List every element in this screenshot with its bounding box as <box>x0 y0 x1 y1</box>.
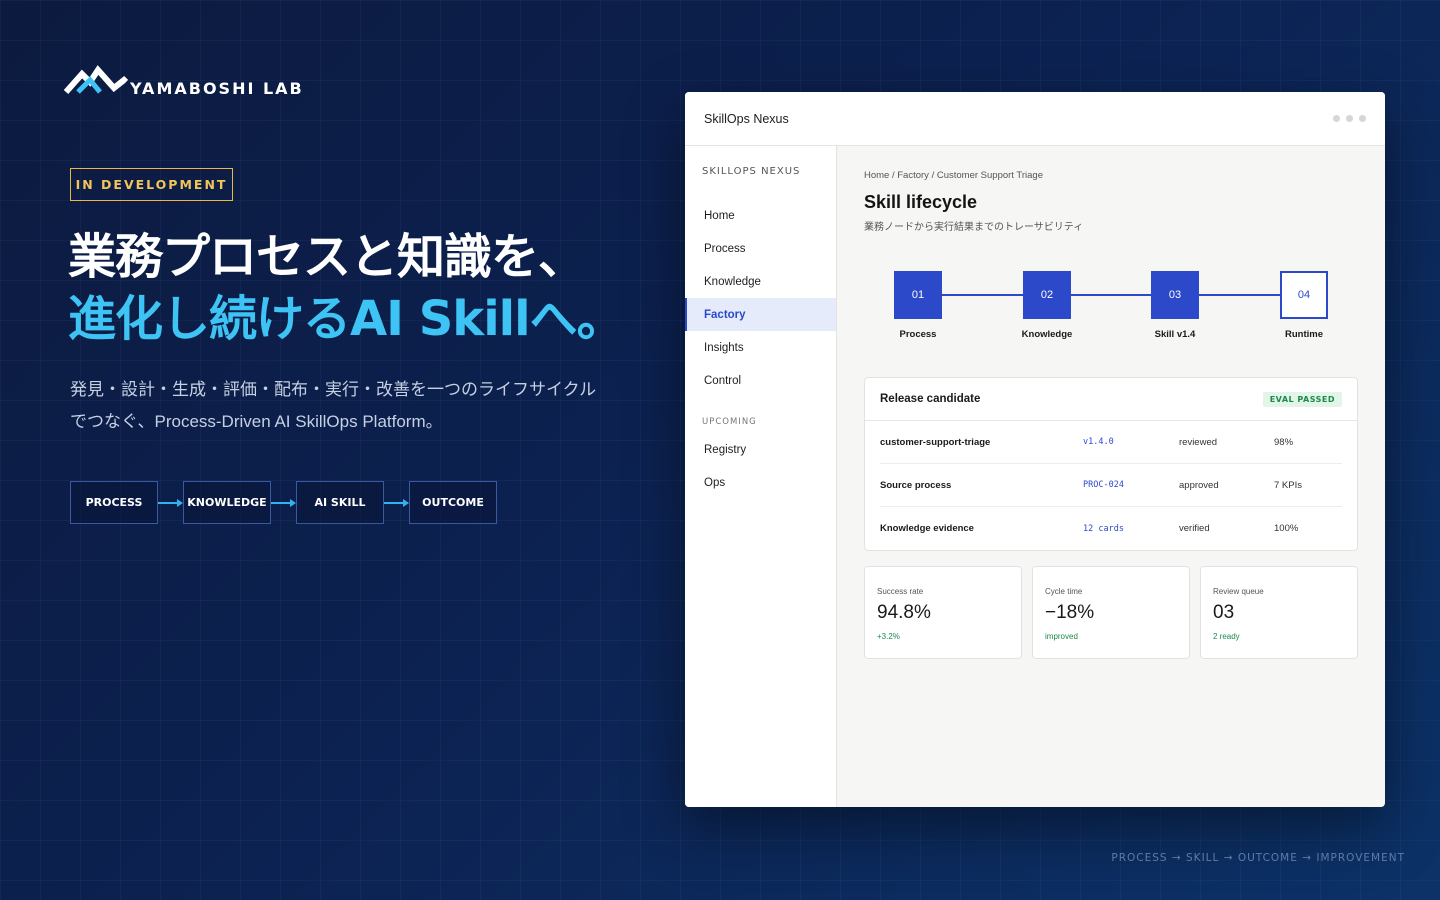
row-metric: 100% <box>1274 523 1299 534</box>
arrow-right-icon <box>158 481 183 524</box>
page-title: Skill lifecycle <box>864 192 978 212</box>
stat-note: improved <box>1045 632 1078 641</box>
lifecycle-step-knowledge[interactable]: 02 Knowledge <box>1007 271 1087 340</box>
lead-line-2: でつなぐ、Process-Driven AI SkillOps Platform… <box>70 412 443 431</box>
table-row[interactable]: Knowledge evidence 12 cards verified 100… <box>880 507 1342 550</box>
app-window: SkillOps Nexus SKILLOPS NEXUS Home Proce… <box>685 92 1385 807</box>
sidebar-item-factory[interactable]: Factory <box>685 298 836 331</box>
lifecycle-step-number: 01 <box>894 271 942 319</box>
breadcrumb[interactable]: Home / Factory / Customer Support Triage <box>864 170 1358 181</box>
row-ref[interactable]: v1.4.0 <box>1083 437 1179 447</box>
stat-label: Cycle time <box>1045 587 1083 596</box>
release-candidate-card: Release candidate EVAL PASSED customer-s… <box>864 377 1358 551</box>
hero-headline: 業務プロセスと知識を、 進化し続けるAI Skillへ。 <box>68 226 625 350</box>
page-subtitle: 業務ノードから実行結果までのトレーサビリティ <box>864 222 1084 233</box>
flow-step-knowledge: KNOWLEDGE <box>183 481 271 524</box>
table-row[interactable]: Source process PROC-024 approved 7 KPIs <box>880 464 1342 507</box>
sidebar-item-knowledge[interactable]: Knowledge <box>685 265 836 298</box>
lead-text: 発見・設計・生成・評価・配布・実行・改善を一つのライフサイクル でつなぐ、Pro… <box>70 374 630 438</box>
row-ref[interactable]: PROC-024 <box>1083 480 1179 490</box>
stat-card-success-rate: Success rate 94.8% +3.2% <box>864 566 1022 659</box>
row-name: Knowledge evidence <box>880 523 974 534</box>
flow-step-ai-skill: AI SKILL <box>296 481 384 524</box>
row-state: verified <box>1179 523 1210 534</box>
stat-card-review-queue: Review queue 03 2 ready <box>1200 566 1358 659</box>
row-state: reviewed <box>1179 436 1218 448</box>
stat-card-cycle-time: Cycle time −18% improved <box>1032 566 1190 659</box>
main-content: Home / Factory / Customer Support Triage… <box>837 146 1385 807</box>
lead-line-1: 発見・設計・生成・評価・配布・実行・改善を一つのライフサイクル <box>70 380 597 399</box>
status-badge: IN DEVELOPMENT <box>70 168 233 201</box>
eval-status-badge: EVAL PASSED <box>1262 391 1342 407</box>
flow-diagram: PROCESS KNOWLEDGE AI SKILL OUTCOME <box>70 481 497 524</box>
row-name: customer-support-triage <box>880 436 991 448</box>
stat-value: 03 <box>1213 602 1235 623</box>
sidebar-item-ops[interactable]: Ops <box>685 466 836 499</box>
sidebar-heading: SKILLOPS NEXUS <box>702 166 801 177</box>
arrow-right-icon <box>271 481 296 524</box>
footer-tagline: PROCESS → SKILL → OUTCOME → IMPROVEMENT <box>1111 852 1405 864</box>
sidebar-item-process[interactable]: Process <box>685 232 836 265</box>
window-menu-dots-icon[interactable] <box>1333 115 1366 122</box>
flow-step-process: PROCESS <box>70 481 158 524</box>
window-title: SkillOps Nexus <box>704 111 789 126</box>
lifecycle-step-process[interactable]: 01 Process <box>878 271 958 340</box>
lifecycle-step-label: Process <box>899 329 937 340</box>
row-ref[interactable]: 12 cards <box>1083 524 1179 534</box>
sidebar: SKILLOPS NEXUS Home Process Knowledge Fa… <box>685 146 837 807</box>
stats-row: Success rate 94.8% +3.2% Cycle time −18%… <box>864 566 1358 659</box>
stat-value: −18% <box>1045 602 1095 623</box>
lifecycle-step-number: 02 <box>1023 271 1071 319</box>
stat-label: Review queue <box>1213 587 1264 596</box>
row-metric: 7 KPIs <box>1274 479 1302 491</box>
lifecycle-diagram: 01 Process 02 Knowledge 03 Skill v1.4 04… <box>864 271 1358 351</box>
stat-note: 2 ready <box>1213 632 1240 641</box>
lifecycle-step-label: Skill v1.4 <box>1154 329 1196 340</box>
window-titlebar: SkillOps Nexus <box>685 92 1385 146</box>
flow-step-outcome: OUTCOME <box>409 481 497 524</box>
sidebar-item-home[interactable]: Home <box>685 199 836 232</box>
sidebar-item-insights[interactable]: Insights <box>685 331 836 364</box>
stat-note: +3.2% <box>877 632 900 641</box>
row-metric: 98% <box>1274 436 1294 448</box>
arrow-right-icon <box>384 481 409 524</box>
lifecycle-step-number: 04 <box>1280 271 1328 319</box>
lifecycle-step-label: Runtime <box>1285 329 1323 340</box>
mountain-logo-icon <box>64 65 128 94</box>
lifecycle-connector <box>918 294 1304 296</box>
headline-line-2: 進化し続けるAI Skillへ。 <box>68 291 625 347</box>
stat-value: 94.8% <box>877 602 931 623</box>
lifecycle-step-skill[interactable]: 03 Skill v1.4 <box>1135 271 1215 340</box>
lifecycle-step-number: 03 <box>1151 271 1199 319</box>
sidebar-item-registry[interactable]: Registry <box>685 433 836 466</box>
headline-line-1: 業務プロセスと知識を、 <box>68 229 586 285</box>
lifecycle-step-label: Knowledge <box>1021 329 1073 340</box>
sidebar-upcoming-heading: UPCOMING <box>702 417 757 427</box>
table-row[interactable]: customer-support-triage v1.4.0 reviewed … <box>880 421 1342 464</box>
brand-name: YAMABOSHI LAB <box>130 79 304 98</box>
row-state: approved <box>1179 479 1219 491</box>
card-title: Release candidate <box>880 393 981 405</box>
sidebar-item-control[interactable]: Control <box>685 364 836 397</box>
row-name: Source process <box>880 479 952 491</box>
brand[interactable]: YAMABOSHI LAB <box>64 62 304 98</box>
lifecycle-step-runtime[interactable]: 04 Runtime <box>1264 271 1344 340</box>
stat-label: Success rate <box>877 587 924 596</box>
